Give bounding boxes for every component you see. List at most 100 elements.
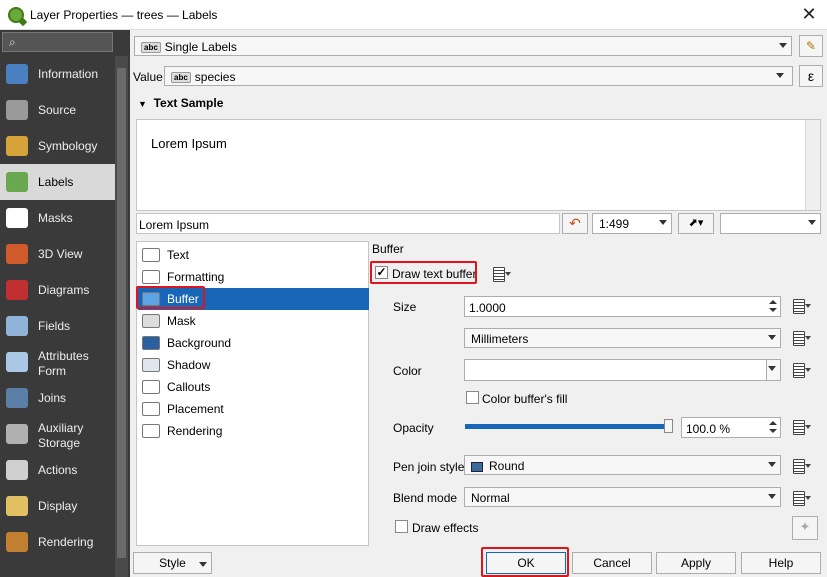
pen-join-override-icon[interactable] [789,457,811,475]
chevron-down-icon [768,335,776,340]
mask-icon [142,314,160,328]
sub-tab-callouts[interactable]: Callouts [138,376,369,398]
color-label: Color [393,364,422,378]
map-canvas-scale-button[interactable]: ⬈▾ [678,213,714,234]
opacity-slider[interactable] [465,419,673,433]
collapse-arrow-icon[interactable]: ▼ [138,99,147,109]
field-icon: abc [171,72,191,84]
sidebar-item-labels[interactable]: Labels [0,164,115,200]
sub-tab-label: Mask [167,314,196,328]
rendering-icon [6,532,28,552]
buffer-color-button[interactable] [464,359,781,381]
pen-join-combo[interactable]: Round [464,455,781,475]
sidebar-item-diagrams[interactable]: Diagrams [0,272,115,308]
rendering-icon [142,424,160,438]
opacity-input[interactable]: 100.0 % [681,417,781,438]
sidebar-item-source[interactable]: Source [0,92,115,128]
source-icon [6,100,28,120]
size-label: Size [393,300,417,314]
auto-placement-settings-button[interactable]: ✎ [799,35,823,57]
draw-effects-checkbox[interactable] [395,520,408,533]
sub-tab-label: Background [167,336,232,350]
sidebar-item-label: Diagrams [38,283,90,297]
chevron-down-icon [199,562,207,567]
opacity-override-icon[interactable] [789,418,811,436]
sidebar-item-rendering[interactable]: Rendering [0,524,115,560]
preview-text: Lorem Ipsum [151,136,227,151]
title-bar: Layer Properties — trees — Labels ✕ [0,0,827,30]
apply-button[interactable]: Apply [656,552,736,574]
attributes-form-icon [6,352,28,372]
sub-tab-placement[interactable]: Placement [138,398,369,420]
color-buffers-fill-checkbox[interactable] [466,391,479,404]
chevron-down-icon [768,494,776,499]
blend-mode-combo[interactable]: Normal [464,487,781,507]
callouts-icon [142,380,160,394]
ok-highlight [481,547,569,577]
sidebar-item-label: Labels [38,175,74,189]
sub-tab-formatting[interactable]: Formatting [138,266,369,288]
sub-tab-shadow[interactable]: Shadow [138,354,369,376]
color-buffers-fill-label: Color buffer's fill [482,392,568,406]
sidebar-item-fields[interactable]: Fields [0,308,115,344]
blend-mode-value: Normal [471,491,510,505]
blend-mode-label: Blend mode [393,491,458,505]
qgis-logo-icon [8,7,24,23]
sidebar-scrollbar[interactable] [115,56,128,577]
sidebar-item-label: Attributes Form [38,349,89,378]
sidebar-item-display[interactable]: Display [0,488,115,524]
close-icon[interactable]: ✕ [799,4,819,24]
style-button[interactable]: Style [133,552,212,574]
sidebar-item-information[interactable]: Information [0,56,115,92]
diagrams-icon [6,280,28,300]
color-override-icon[interactable] [789,361,811,379]
cancel-button[interactable]: Cancel [572,552,652,574]
value-field-text: species [194,70,236,84]
size-override-icon[interactable] [789,297,811,315]
sidebar-item-3d-view[interactable]: 3D View [0,236,115,272]
fields-icon [6,316,28,336]
opacity-spinner-icon[interactable] [768,418,778,438]
preview-scrollbar[interactable] [805,120,820,210]
chevron-down-icon [659,220,667,225]
sub-tab-text[interactable]: Text [138,244,369,266]
draw-effects-label: Draw effects [412,521,479,535]
sub-tab-background[interactable]: Background [138,332,369,354]
data-defined-override-icon[interactable] [489,265,511,283]
sidebar-item-actions[interactable]: Actions [0,452,115,488]
sub-tab-label: Formatting [167,270,225,284]
sidebar-item-joins[interactable]: Joins [0,380,115,416]
labels-mode-combo[interactable]: abc Single Labels [134,36,792,56]
sidebar-item-attributes-form[interactable]: Attributes Form [0,344,115,380]
effects-settings-icon[interactable]: ✦ [792,516,818,540]
search-icon: ⌕ [9,35,16,49]
opacity-slider-handle[interactable] [664,419,673,433]
unit-override-icon[interactable] [789,329,811,347]
blend-mode-override-icon[interactable] [789,489,811,507]
labels-icon [6,172,28,192]
sidebar-item-label: Symbology [38,139,98,153]
sidebar-item-label: Actions [38,463,78,477]
sidebar-search-input[interactable]: ⌕ [2,32,113,52]
size-unit-combo[interactable]: Millimeters [464,328,781,348]
size-spinner-icon[interactable] [768,297,778,317]
background-color-combo[interactable] [720,213,821,234]
size-value: 1.0000 [469,301,506,315]
sub-tab-rendering[interactable]: Rendering [138,420,369,442]
sidebar-item-label: Fields [38,319,71,333]
sidebar-item-auxiliary-storage[interactable]: Auxiliary Storage [0,416,115,452]
information-icon [6,64,28,84]
size-input[interactable]: 1.0000 [464,296,781,317]
sidebar-item-masks[interactable]: Masks [0,200,115,236]
reset-sample-icon[interactable]: ↶ [562,213,588,234]
expression-button[interactable]: ε [799,65,823,87]
scale-value: 1:499 [599,217,630,231]
value-field-combo[interactable]: abc species [164,66,793,86]
sub-tab-mask[interactable]: Mask [138,310,369,332]
scale-combo[interactable]: 1:499 [592,213,672,234]
sidebar-item-symbology[interactable]: Symbology [0,128,115,164]
color-swatch [465,360,767,380]
sample-text-input[interactable]: Lorem Ipsum [136,213,560,234]
help-button[interactable]: Help [741,552,821,574]
auxiliary-storage-icon [6,424,28,444]
